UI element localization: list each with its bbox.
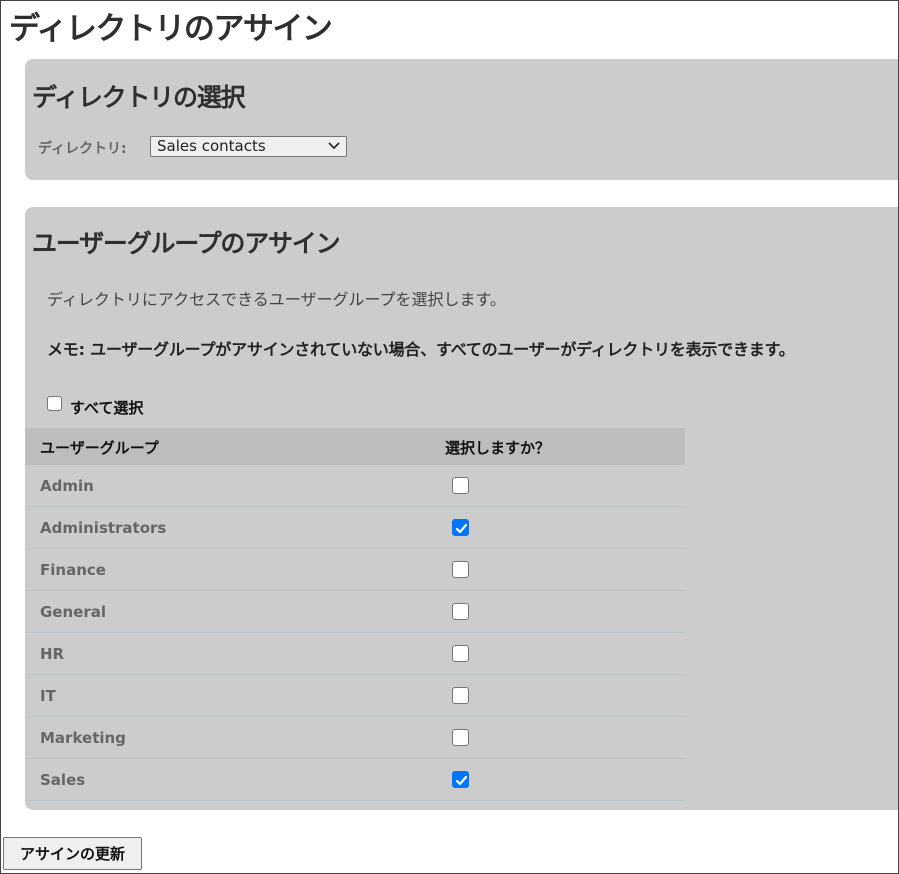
table-row: Sales (25, 759, 685, 801)
select-group-checkbox[interactable] (452, 477, 469, 494)
select-group-checkbox[interactable] (452, 603, 469, 620)
user-group-name: IT (40, 687, 56, 705)
page-title: ディレクトリのアサイン (9, 11, 333, 47)
table-row: Finance (25, 549, 685, 591)
table-row: HR (25, 633, 685, 675)
groups-section-heading: ユーザーグループのアサイン (32, 229, 341, 258)
user-group-name: Marketing (40, 729, 126, 747)
update-assignment-button[interactable]: アサインの更新 (3, 837, 142, 870)
check-icon (455, 775, 468, 786)
check-icon (455, 523, 468, 534)
table-header: ユーザーグループ 選択しますか？ (25, 428, 685, 465)
directory-selection-panel: ディレクトリの選択 ディレクトリ: Sales contacts (25, 59, 898, 180)
select-all-checkbox[interactable] (47, 396, 62, 411)
user-group-name: Sales (40, 771, 86, 789)
select-group-checkbox[interactable] (452, 687, 469, 704)
table-body: Admin Administrators Finance General HR IT Mar… (25, 465, 685, 801)
page-frame: ディレクトリのアサイン ディレクトリの選択 ディレクトリ: Sales cont… (0, 0, 899, 874)
directory-select[interactable]: Sales contacts (150, 136, 347, 157)
select-group-checkbox[interactable] (452, 561, 469, 578)
groups-description: ディレクトリにアクセスできるユーザーグループを選択します。 (47, 290, 506, 309)
user-group-name: HR (40, 645, 65, 663)
table-row: Marketing (25, 717, 685, 759)
user-group-table: ユーザーグループ 選択しますか？ Admin Administrators Fina… (25, 428, 685, 801)
user-group-assignment-panel: ユーザーグループのアサイン ディレクトリにアクセスできるユーザーグループを選択し… (25, 207, 898, 810)
column-header-select: 選択しますか？ (445, 439, 551, 457)
directory-section-heading: ディレクトリの選択 (32, 83, 246, 112)
select-all-label: すべて選択 (70, 399, 144, 417)
user-group-name: Administrators (40, 519, 167, 537)
user-group-name: Admin (40, 477, 94, 495)
directory-select-value: Sales contacts (157, 137, 266, 155)
select-group-checkbox[interactable] (452, 519, 469, 536)
user-group-name: Finance (40, 561, 106, 579)
chevron-down-icon (328, 142, 340, 150)
user-group-name: General (40, 603, 106, 621)
select-group-checkbox[interactable] (452, 729, 469, 746)
column-header-user-group: ユーザーグループ (40, 439, 159, 457)
directory-label: ディレクトリ: (38, 141, 127, 157)
groups-note: メモ: ユーザーグループがアサインされていない場合、すべてのユーザーがディレクト… (47, 340, 795, 359)
table-row: Administrators (25, 507, 685, 549)
table-row: Admin (25, 465, 685, 507)
select-group-checkbox[interactable] (452, 771, 469, 788)
table-row: General (25, 591, 685, 633)
table-row: IT (25, 675, 685, 717)
select-group-checkbox[interactable] (452, 645, 469, 662)
